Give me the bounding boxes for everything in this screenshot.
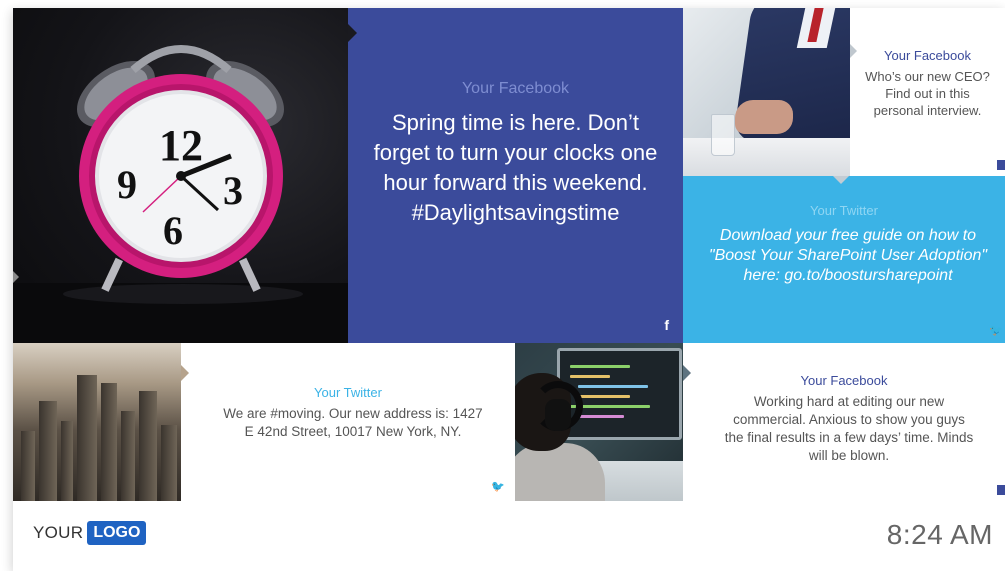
facebook-post-tile[interactable]: Your Facebook Working hard at editing ou… <box>683 343 1005 501</box>
tile-notch <box>833 176 849 184</box>
glass-shape <box>711 114 735 156</box>
person-shape <box>515 443 605 501</box>
building-shape <box>101 383 117 501</box>
svg-text:6: 6 <box>163 208 183 253</box>
social-wall-screen: 12 9 3 6 Your Facebook Spring time is he… <box>13 8 1005 571</box>
post-source: Your Twitter <box>810 203 878 218</box>
developer-photo-tile <box>515 343 683 501</box>
twitter-post-tile[interactable]: Your Twitter We are #moving. Our new add… <box>181 343 515 501</box>
desk-shape <box>683 138 850 176</box>
building-shape <box>77 375 97 501</box>
building-shape <box>121 411 135 501</box>
svg-text:12: 12 <box>159 121 203 170</box>
facebook-post-tile[interactable]: Your Facebook Who’s our new CEO? Find ou… <box>850 8 1005 176</box>
facebook-post-tile[interactable]: Your Facebook Spring time is here. Don’t… <box>348 8 683 343</box>
post-source: Your Facebook <box>800 373 888 388</box>
post-message: Working hard at editing our new commerci… <box>724 394 974 463</box>
post-message: We are #moving. Our new address is: 1427… <box>223 406 483 439</box>
logo-text: YOUR <box>33 523 84 542</box>
ear-cup-shape <box>545 399 571 431</box>
clock-photo-tile: 12 9 3 6 <box>13 8 348 343</box>
post-source: Your Facebook <box>884 48 971 63</box>
building-shape <box>21 431 35 501</box>
current-time: 8:24 AM <box>886 519 993 550</box>
building-shape <box>61 421 73 501</box>
facebook-icon <box>997 160 1005 170</box>
svg-text:9: 9 <box>117 162 137 207</box>
svg-text:3: 3 <box>223 168 243 213</box>
tile-notch <box>348 24 357 42</box>
logo-badge: LOGO <box>87 521 147 545</box>
footer-bar: YOUR LOGO 8:24 AM <box>13 501 1005 571</box>
tile-notch <box>181 365 189 381</box>
twitter-icon: 🐦 <box>989 325 1003 337</box>
building-shape <box>139 391 157 501</box>
post-source: Your Twitter <box>314 385 382 400</box>
post-source: Your Facebook <box>461 80 570 97</box>
tile-notch <box>13 270 19 284</box>
post-message: Download your free guide on how to "Boos… <box>708 227 988 284</box>
brand-logo: YOUR LOGO <box>33 521 147 545</box>
alarm-clock-image: 12 9 3 6 <box>13 45 348 343</box>
twitter-icon: 🐦 <box>491 481 505 493</box>
city-photo-tile <box>13 343 181 501</box>
hand-shape <box>735 100 793 134</box>
ceo-photo-tile <box>683 8 850 176</box>
post-message: Spring time is here. Don’t forget to tur… <box>373 110 658 225</box>
facebook-icon <box>997 485 1005 495</box>
facebook-icon: f <box>664 317 669 333</box>
building-shape <box>161 425 177 501</box>
twitter-post-tile[interactable]: Your Twitter Download your free guide on… <box>683 176 1005 343</box>
post-message: Who’s our new CEO? Find out in this pers… <box>865 69 990 118</box>
building-shape <box>39 401 57 501</box>
